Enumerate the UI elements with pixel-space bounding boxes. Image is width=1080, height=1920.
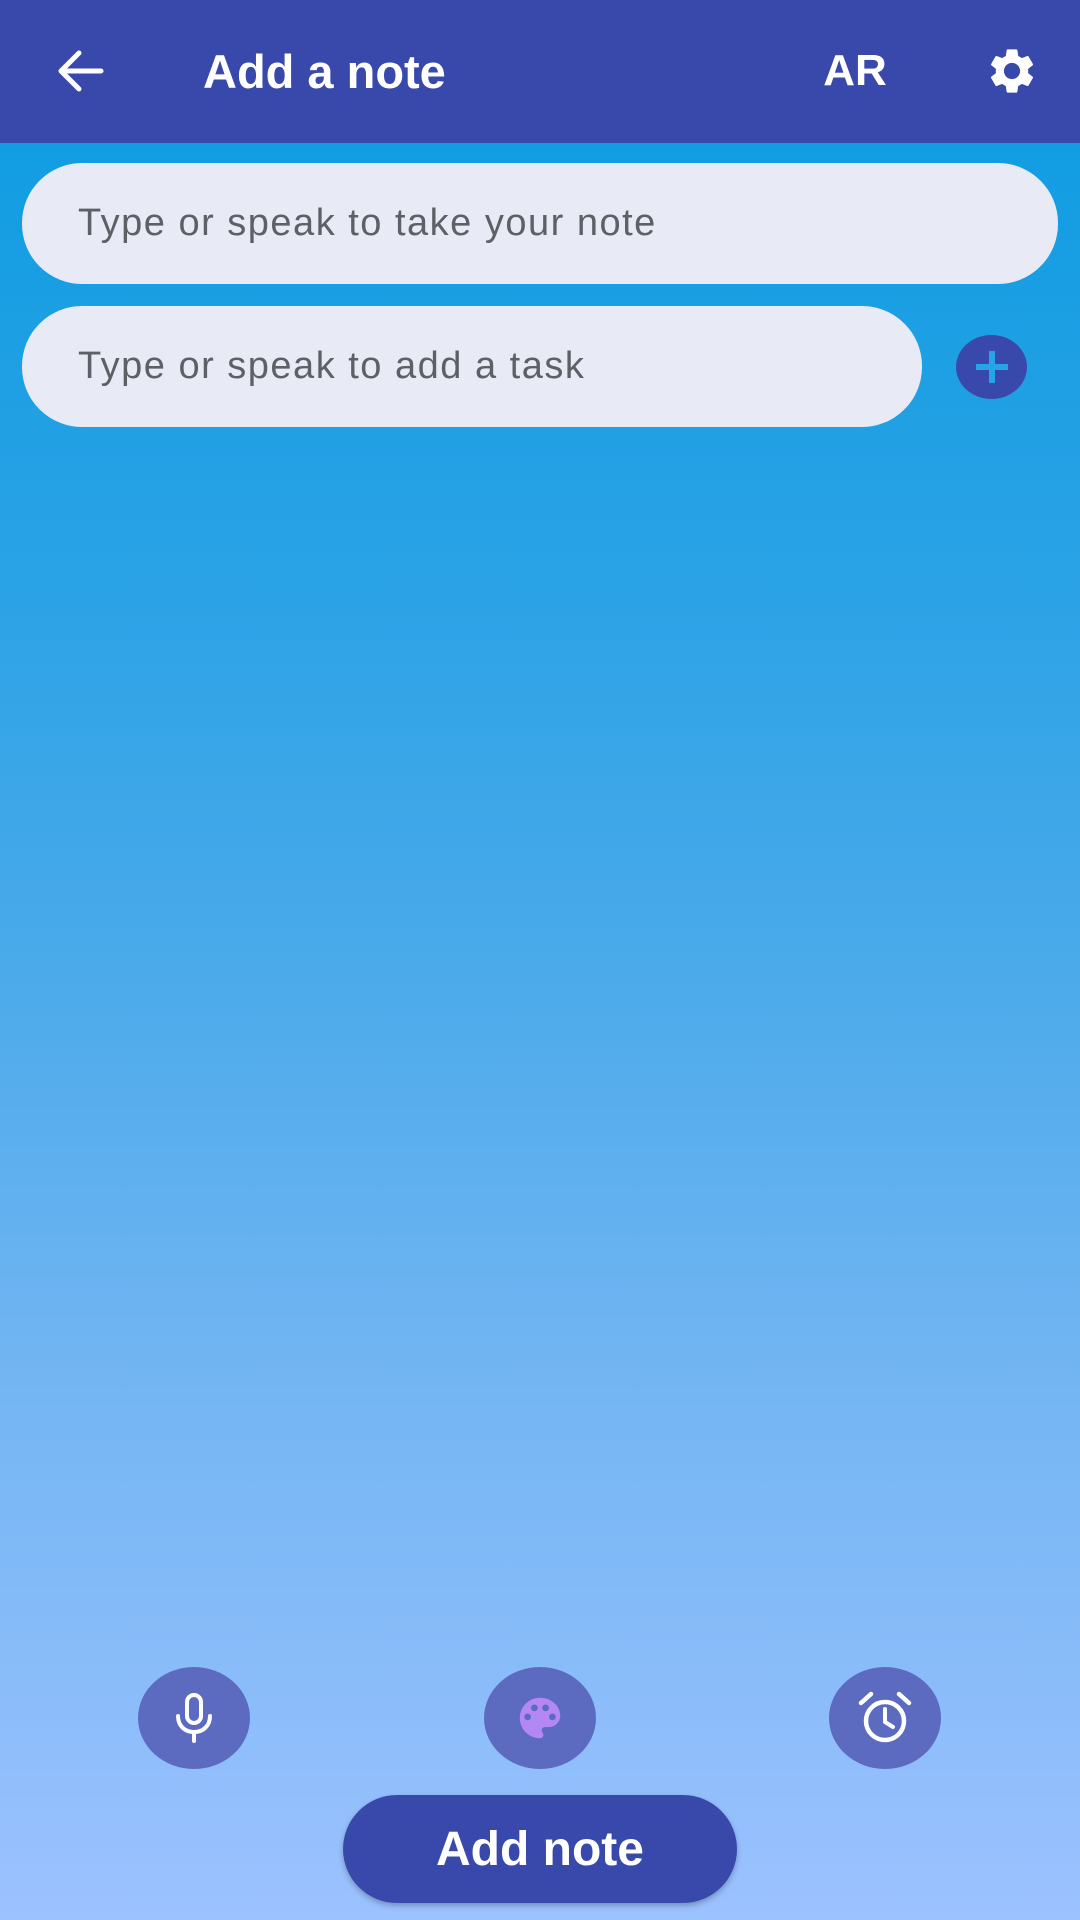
task-input[interactable] — [22, 306, 922, 427]
microphone-button[interactable] — [138, 1667, 250, 1769]
language-button[interactable]: AR — [810, 40, 900, 102]
page-title: Add a note — [203, 45, 446, 98]
plus-icon — [975, 351, 1008, 383]
gear-icon — [990, 49, 1034, 93]
color-palette-button[interactable] — [484, 1667, 596, 1769]
microphone-icon — [176, 1693, 212, 1743]
settings-button[interactable] — [975, 36, 1049, 106]
palette-icon — [519, 1697, 561, 1739]
alarm-button[interactable] — [829, 1667, 941, 1769]
alarm-clock-icon — [858, 1691, 912, 1743]
note-input[interactable] — [22, 163, 1058, 284]
back-button[interactable] — [40, 36, 120, 106]
app-bar: Add a note AR — [0, 0, 1080, 143]
add-task-button[interactable] — [956, 335, 1027, 399]
add-note-button[interactable]: Add note — [343, 1795, 737, 1903]
arrow-back-icon — [58, 50, 104, 92]
